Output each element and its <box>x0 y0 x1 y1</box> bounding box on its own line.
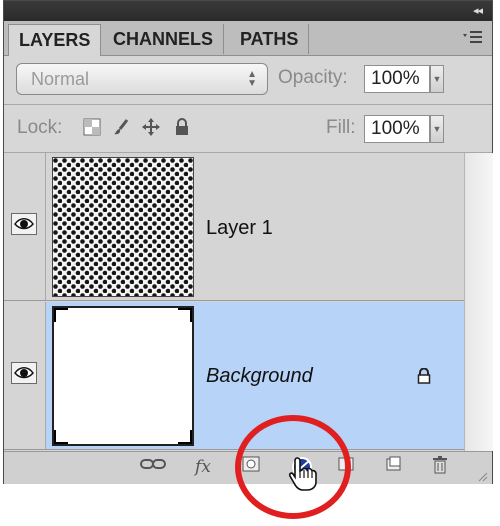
lock-transparent-pixels-icon[interactable] <box>82 118 102 138</box>
lock-all-icon[interactable] <box>172 118 192 138</box>
layer-thumbnail-pattern <box>52 157 194 297</box>
collapse-icon[interactable]: ◂◂ <box>473 4 483 17</box>
layer-name: Background <box>206 365 313 387</box>
tab-paths[interactable]: PATHS <box>230 24 310 54</box>
new-layer-icon[interactable] <box>380 456 408 478</box>
visibility-cell <box>4 153 46 300</box>
opacity-input[interactable]: 100% <box>364 65 430 93</box>
fill-label: Fill: <box>326 117 356 138</box>
fill-dropdown-icon[interactable]: ▼ <box>430 115 444 143</box>
layer-name: Layer 1 <box>206 217 273 239</box>
opacity-label: Opacity: <box>278 67 348 88</box>
tab-layers[interactable]: LAYERS <box>8 24 102 56</box>
layers-scrollbar[interactable] <box>464 153 493 451</box>
opacity-dropdown-icon[interactable]: ▼ <box>430 65 444 93</box>
eye-icon[interactable] <box>11 362 37 384</box>
fill-input[interactable]: 100% <box>364 115 430 143</box>
eye-icon[interactable] <box>11 213 37 235</box>
layer-thumbnail-white <box>52 306 194 446</box>
lock-fill-row: Lock: Fill: 100% ▼ <box>4 105 492 153</box>
hand-cursor-icon <box>288 457 317 491</box>
lock-image-pixels-icon[interactable] <box>111 118 131 138</box>
resize-grip-icon[interactable] <box>476 469 488 482</box>
blend-mode-value: Normal <box>31 69 90 89</box>
visibility-cell <box>4 302 46 449</box>
blend-mode-select[interactable]: Normal ▲ ▼ <box>16 63 268 95</box>
lock-label: Lock: <box>17 117 63 138</box>
layers-list: Layer 1 Background <box>4 153 464 451</box>
panel-titlebar: ◂◂ <box>4 1 492 21</box>
blend-row: Normal ▲ ▼ Opacity: 100% ▼ <box>4 56 492 104</box>
layer-row-layer-1[interactable]: Layer 1 <box>4 153 464 301</box>
fx-icon[interactable]: fx <box>189 456 217 478</box>
trash-icon[interactable] <box>426 456 454 478</box>
lock-icon <box>416 367 432 389</box>
panel-menu-icon[interactable] <box>462 29 484 45</box>
select-arrows-icon: ▲ ▼ <box>247 69 257 89</box>
lock-position-icon[interactable] <box>141 118 161 138</box>
link-layers-icon[interactable] <box>139 456 167 478</box>
tab-channels[interactable]: CHANNELS <box>103 24 225 54</box>
panel-tabs: LAYERS CHANNELS PATHS <box>4 21 492 56</box>
